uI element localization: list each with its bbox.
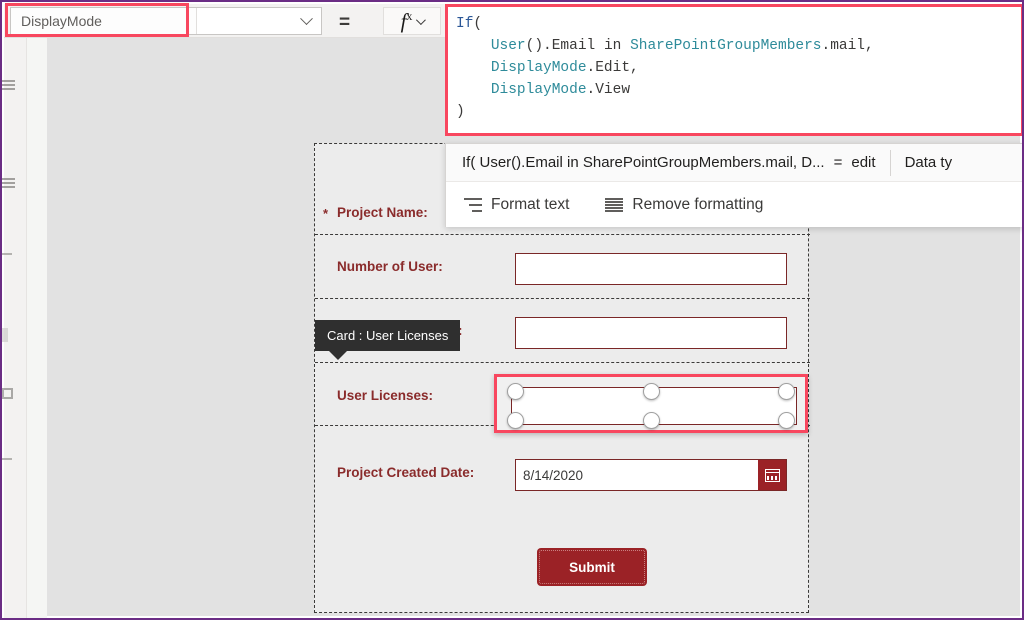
submit-button[interactable]: Submit [537,548,647,586]
user-licenses-radio-group-selected[interactable] [494,374,808,433]
formula-token-sharepointgroupmembers: SharePointGroupMembers [630,38,822,54]
formula-token-user-call: (). [525,38,552,54]
remove-formatting-action[interactable]: Remove formatting [605,196,763,214]
equals-sign: = [339,12,351,33]
formula-token-in: in [595,38,631,54]
result-equals: = [833,154,843,171]
formula-token-user: User [490,38,526,54]
format-text-label: Format text [491,195,570,213]
label-project-name: Project Name: [337,205,428,220]
data-icon[interactable] [2,328,8,342]
remove-formatting-icon [605,197,624,212]
input-project-costs[interactable] [515,317,787,349]
date-picker-project-created-date[interactable]: 8/14/2020 [515,459,787,491]
formula-token-view: .View [586,82,631,98]
menu-icon[interactable] [2,80,15,92]
canvas-gutter [27,38,47,618]
formula-preview: If( User().Email in SharePointGroupMembe… [462,154,825,171]
formula-token-email: Email [551,38,596,54]
date-picker-value: 8/14/2020 [523,467,584,483]
resize-handle-sw[interactable] [507,412,524,429]
divider [889,149,891,176]
input-number-of-user[interactable] [515,253,787,285]
tree-view-icon[interactable] [2,178,15,190]
formula-token-displaymode-edit: DisplayMode [490,60,587,76]
formula-token-open-paren: ( [473,16,483,32]
formula-token-edit: .Edit, [586,60,639,76]
property-value[interactable] [197,8,321,34]
data-type-label: Data ty [904,154,953,171]
property-selector[interactable]: DisplayMode [10,7,322,35]
label-user-licenses: User Licenses: [337,388,434,403]
required-marker: * [323,206,329,221]
resize-handle-nw[interactable] [507,383,524,400]
formula-context-popup[interactable]: If( User().Email in SharePointGroupMembe… [445,143,1022,227]
card-tooltip: Card : User Licenses [315,320,461,360]
fx-button[interactable]: fx [383,7,441,35]
chevron-down-icon [416,14,427,25]
resize-handle-s[interactable] [643,412,660,429]
format-text-icon [464,197,482,212]
calendar-icon [764,468,780,482]
card-number-of-user[interactable]: Number of User: [315,235,810,299]
insert-icon[interactable] [2,253,12,255]
resize-handle-se[interactable] [778,412,795,429]
result-value: edit [851,154,876,171]
property-name[interactable]: DisplayMode [11,8,197,34]
format-text-action[interactable]: Format text [464,196,569,214]
resize-handle-ne[interactable] [778,383,795,400]
app-window: * Project Name: Number of User: ts: User… [0,0,1024,620]
fx-icon: fx [400,9,413,33]
formula-editor-highlight: If( User().Email in SharePointGroupMembe… [445,4,1022,136]
formula-editor[interactable]: If( User().Email in SharePointGroupMembe… [448,7,1021,133]
media-icon[interactable] [2,388,13,399]
resize-handle-n[interactable] [643,383,660,400]
remove-formatting-label: Remove formatting [632,195,764,213]
formula-token-close-paren: ) [456,104,465,120]
date-picker-button[interactable] [758,460,786,490]
formula-token-mail: .mail, [821,38,874,54]
chevron-down-icon [300,11,313,25]
formula-actions-row: Format text Remove formatting [446,182,1022,227]
formula-token-displaymode-view: DisplayMode [490,82,587,98]
components-icon[interactable] [2,458,12,460]
left-tool-strip[interactable] [2,38,27,618]
formula-token-if: If [456,16,474,32]
label-project-created-date: Project Created Date: [337,465,475,480]
formula-result-row: If( User().Email in SharePointGroupMembe… [446,144,1022,182]
label-number-of-user: Number of User: [337,259,443,274]
